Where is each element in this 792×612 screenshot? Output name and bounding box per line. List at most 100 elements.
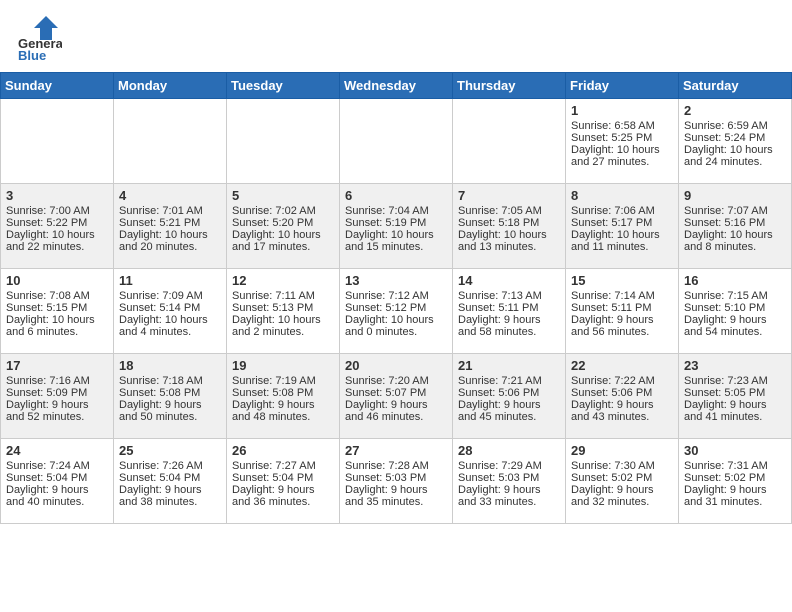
calendar-cell: 12Sunrise: 7:11 AMSunset: 5:13 PMDayligh…	[227, 269, 340, 354]
day-info: Sunrise: 7:04 AM	[345, 205, 447, 217]
day-info: Sunset: 5:22 PM	[6, 217, 108, 229]
day-info: Sunset: 5:08 PM	[119, 387, 221, 399]
calendar-cell: 25Sunrise: 7:26 AMSunset: 5:04 PMDayligh…	[114, 439, 227, 524]
logo: GeneralBlue	[18, 14, 62, 64]
calendar-row-4: 24Sunrise: 7:24 AMSunset: 5:04 PMDayligh…	[1, 439, 792, 524]
day-info: Sunrise: 7:15 AM	[684, 290, 786, 302]
day-info: Sunrise: 6:59 AM	[684, 120, 786, 132]
day-info: Sunset: 5:10 PM	[684, 302, 786, 314]
day-number: 29	[571, 443, 673, 458]
day-info: Sunset: 5:11 PM	[458, 302, 560, 314]
day-info: Sunset: 5:24 PM	[684, 132, 786, 144]
day-info: Daylight: 9 hours and 38 minutes.	[119, 484, 221, 508]
day-info: Daylight: 10 hours and 17 minutes.	[232, 229, 334, 253]
day-number: 17	[6, 358, 108, 373]
day-info: Daylight: 10 hours and 0 minutes.	[345, 314, 447, 338]
day-info: Daylight: 9 hours and 31 minutes.	[684, 484, 786, 508]
day-number: 26	[232, 443, 334, 458]
day-number: 19	[232, 358, 334, 373]
calendar-cell: 10Sunrise: 7:08 AMSunset: 5:15 PMDayligh…	[1, 269, 114, 354]
calendar-row-1: 3Sunrise: 7:00 AMSunset: 5:22 PMDaylight…	[1, 184, 792, 269]
day-info: Sunset: 5:20 PM	[232, 217, 334, 229]
day-info: Sunset: 5:03 PM	[458, 472, 560, 484]
day-info: Sunrise: 7:31 AM	[684, 460, 786, 472]
day-number: 9	[684, 188, 786, 203]
day-info: Daylight: 9 hours and 40 minutes.	[6, 484, 108, 508]
calendar-cell: 26Sunrise: 7:27 AMSunset: 5:04 PMDayligh…	[227, 439, 340, 524]
day-info: Daylight: 9 hours and 50 minutes.	[119, 399, 221, 423]
calendar-cell: 14 Sunrise: 7:13 AMSunset: 5:11 PMDayligh…	[453, 269, 566, 354]
day-info: Sunset: 5:03 PM	[345, 472, 447, 484]
calendar-cell: 22Sunrise: 7:22 AMSunset: 5:06 PMDayligh…	[566, 354, 679, 439]
day-info: Sunrise: 7:02 AM	[232, 205, 334, 217]
day-info: Sunset: 5:04 PM	[232, 472, 334, 484]
calendar-cell: 27Sunrise: 7:28 AMSunset: 5:03 PMDayligh…	[340, 439, 453, 524]
day-number: 13	[345, 273, 447, 288]
day-number: 20	[345, 358, 447, 373]
calendar-cell: 9Sunrise: 7:07 AMSunset: 5:16 PMDaylight…	[679, 184, 792, 269]
calendar-table: SundayMondayTuesdayWednesdayThursdayFrid…	[0, 72, 792, 524]
day-info: Sunset: 5:16 PM	[684, 217, 786, 229]
day-info: Daylight: 9 hours and 54 minutes.	[684, 314, 786, 338]
calendar-cell: 1Sunrise: 6:58 AMSunset: 5:25 PMDaylight…	[566, 99, 679, 184]
calendar-cell: 16 Sunrise: 7:15 AMSunset: 5:10 PMDayligh…	[679, 269, 792, 354]
day-info: Daylight: 10 hours and 20 minutes.	[119, 229, 221, 253]
day-info: Sunset: 5:12 PM	[345, 302, 447, 314]
day-info: Daylight: 9 hours and 58 minutes.	[458, 314, 560, 338]
day-info: Sunrise: 7:00 AM	[6, 205, 108, 217]
day-info: Sunset: 5:06 PM	[458, 387, 560, 399]
day-number: 5	[232, 188, 334, 203]
calendar-cell: 17Sunrise: 7:16 AMSunset: 5:09 PMDayligh…	[1, 354, 114, 439]
day-info: Daylight: 10 hours and 2 minutes.	[232, 314, 334, 338]
day-number: 28	[458, 443, 560, 458]
day-info: Sunset: 5:25 PM	[571, 132, 673, 144]
day-number: 23	[684, 358, 786, 373]
day-info: Daylight: 10 hours and 22 minutes.	[6, 229, 108, 253]
calendar-cell	[340, 99, 453, 184]
day-info: Sunrise: 7:05 AM	[458, 205, 560, 217]
day-info: Sunrise: 7:08 AM	[6, 290, 108, 302]
day-info: Sunset: 5:04 PM	[6, 472, 108, 484]
day-info: Sunrise: 7:13 AM	[458, 290, 560, 302]
calendar-cell: 6Sunrise: 7:04 AMSunset: 5:19 PMDaylight…	[340, 184, 453, 269]
day-info: Sunrise: 7:22 AM	[571, 375, 673, 387]
day-info: Sunset: 5:14 PM	[119, 302, 221, 314]
calendar-cell: 4Sunrise: 7:01 AMSunset: 5:21 PMDaylight…	[114, 184, 227, 269]
day-number: 11	[119, 273, 221, 288]
day-info: Sunset: 5:02 PM	[684, 472, 786, 484]
day-info: Sunrise: 7:07 AM	[684, 205, 786, 217]
day-number: 12	[232, 273, 334, 288]
calendar-cell	[227, 99, 340, 184]
calendar-cell	[1, 99, 114, 184]
day-info: Daylight: 9 hours and 52 minutes.	[6, 399, 108, 423]
day-number: 14	[458, 273, 560, 288]
calendar-cell: 8Sunrise: 7:06 AMSunset: 5:17 PMDaylight…	[566, 184, 679, 269]
day-info: Sunset: 5:21 PM	[119, 217, 221, 229]
day-info: Daylight: 10 hours and 24 minutes.	[684, 144, 786, 168]
calendar-row-2: 10Sunrise: 7:08 AMSunset: 5:15 PMDayligh…	[1, 269, 792, 354]
day-number: 25	[119, 443, 221, 458]
day-number: 3	[6, 188, 108, 203]
weekday-header-friday: Friday	[566, 73, 679, 99]
calendar-cell: 11Sunrise: 7:09 AMSunset: 5:14 PMDayligh…	[114, 269, 227, 354]
calendar-cell: 2Sunrise: 6:59 AMSunset: 5:24 PMDaylight…	[679, 99, 792, 184]
calendar-cell: 3 Sunrise: 7:00 AMSunset: 5:22 PMDaylight…	[1, 184, 114, 269]
day-info: Sunset: 5:09 PM	[6, 387, 108, 399]
day-info: Daylight: 10 hours and 27 minutes.	[571, 144, 673, 168]
day-info: Sunrise: 7:12 AM	[345, 290, 447, 302]
weekday-header-sunday: Sunday	[1, 73, 114, 99]
day-number: 16	[684, 273, 786, 288]
weekday-header-monday: Monday	[114, 73, 227, 99]
calendar-cell: 20Sunrise: 7:20 AMSunset: 5:07 PMDayligh…	[340, 354, 453, 439]
day-info: Daylight: 9 hours and 45 minutes.	[458, 399, 560, 423]
calendar-cell: 28Sunrise: 7:29 AMSunset: 5:03 PMDayligh…	[453, 439, 566, 524]
day-info: Sunrise: 7:30 AM	[571, 460, 673, 472]
calendar-cell: 7Sunrise: 7:05 AMSunset: 5:18 PMDaylight…	[453, 184, 566, 269]
day-number: 30	[684, 443, 786, 458]
calendar-row-3: 17Sunrise: 7:16 AMSunset: 5:09 PMDayligh…	[1, 354, 792, 439]
day-number: 22	[571, 358, 673, 373]
day-info: Sunrise: 7:14 AM	[571, 290, 673, 302]
day-info: Daylight: 9 hours and 56 minutes.	[571, 314, 673, 338]
weekday-header-row: SundayMondayTuesdayWednesdayThursdayFrid…	[1, 73, 792, 99]
day-info: Sunset: 5:05 PM	[684, 387, 786, 399]
